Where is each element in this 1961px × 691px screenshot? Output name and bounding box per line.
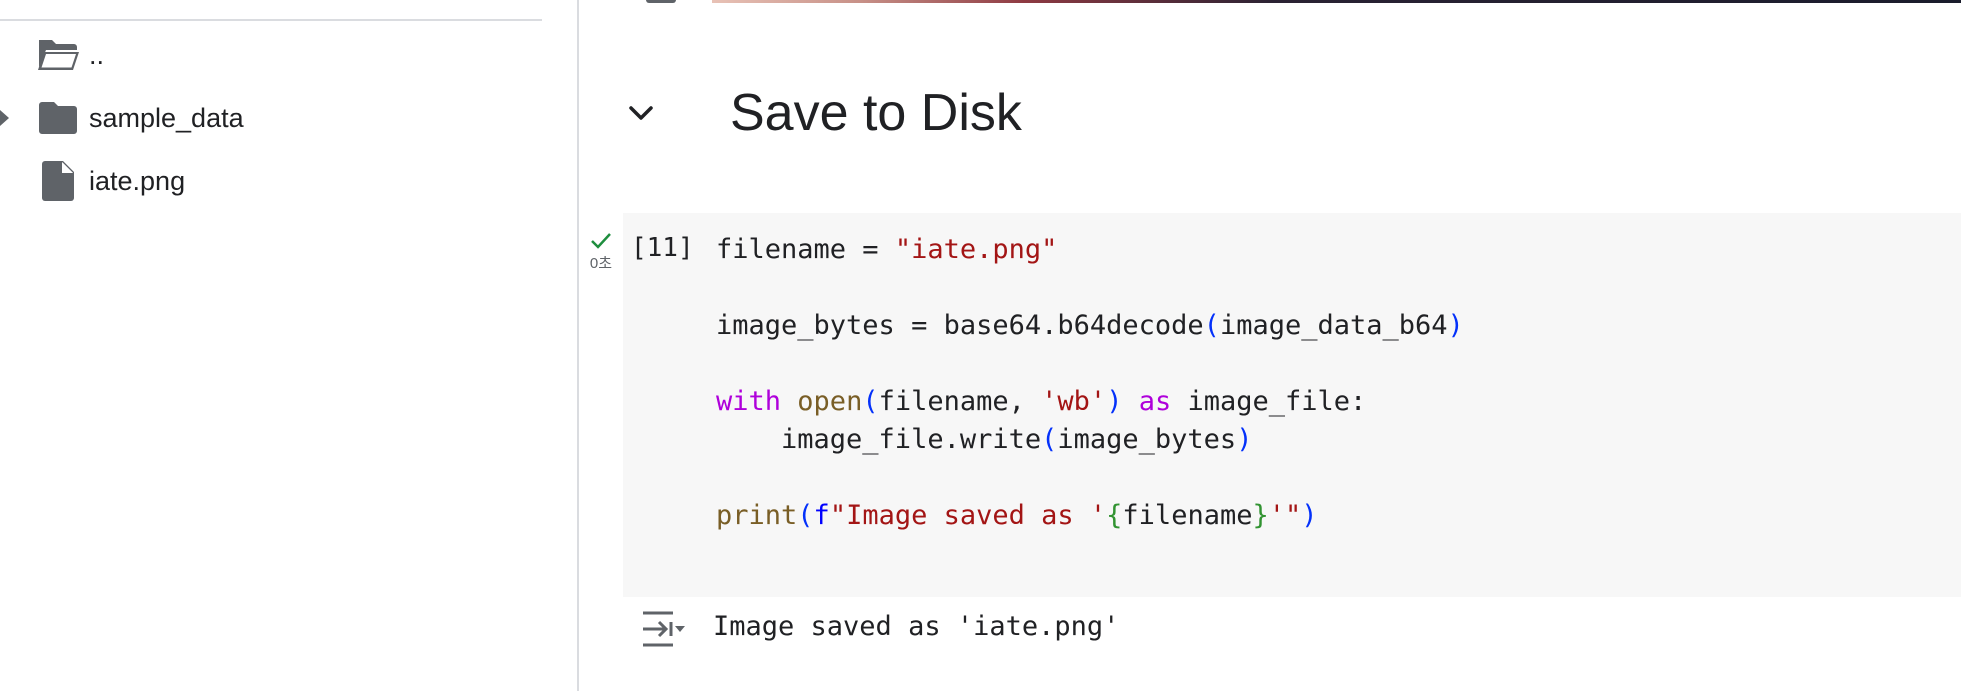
sidebar-divider [0, 19, 542, 21]
scroll-handle [646, 0, 676, 3]
file-item-label: iate.png [89, 165, 186, 196]
notebook-main: Save to Disk 0초 [11] filename = "iate.pn… [579, 0, 1961, 691]
code-cell[interactable]: [11] filename = "iate.png" image_bytes =… [623, 213, 1961, 597]
file-item-sample-data[interactable]: sample_data [0, 90, 540, 146]
file-item-parent-directory[interactable]: .. [0, 27, 540, 83]
file-item-label: .. [89, 39, 105, 70]
execution-count: [11] [631, 233, 694, 263]
run-time-label: 0초 [589, 255, 613, 272]
cell-output: Image saved as 'iate.png' [639, 605, 1939, 655]
file-icon [36, 159, 80, 203]
file-item-iate-png[interactable]: iate.png [0, 153, 540, 209]
cell-run-status[interactable]: 0초 [579, 232, 623, 273]
code-line: print(f"Image saved as '{filename}'") [716, 500, 1318, 531]
output-text: Image saved as 'iate.png' [713, 611, 1120, 642]
section-header: Save to Disk [619, 78, 1022, 148]
code-line: filename = "iate.png" [716, 234, 1058, 265]
code-editor[interactable]: filename = "iate.png" image_bytes = base… [716, 231, 1464, 535]
section-title: Save to Disk [730, 84, 1022, 142]
previous-output-image [712, 0, 1961, 3]
output-toggle-icon[interactable] [639, 609, 685, 649]
code-line: with open(filename, 'wb') as image_file: [716, 386, 1367, 417]
code-line: image_file.write(image_bytes) [716, 424, 1253, 455]
chevron-down-icon[interactable] [619, 91, 663, 135]
check-icon [591, 233, 611, 249]
file-browser-panel: .. sample_data iate.png [0, 0, 579, 691]
caret-right-icon[interactable] [0, 108, 12, 128]
folder-open-icon [36, 33, 80, 77]
code-line: image_bytes = base64.b64decode(image_dat… [716, 310, 1464, 341]
folder-icon [36, 96, 80, 140]
file-item-label: sample_data [89, 102, 244, 133]
